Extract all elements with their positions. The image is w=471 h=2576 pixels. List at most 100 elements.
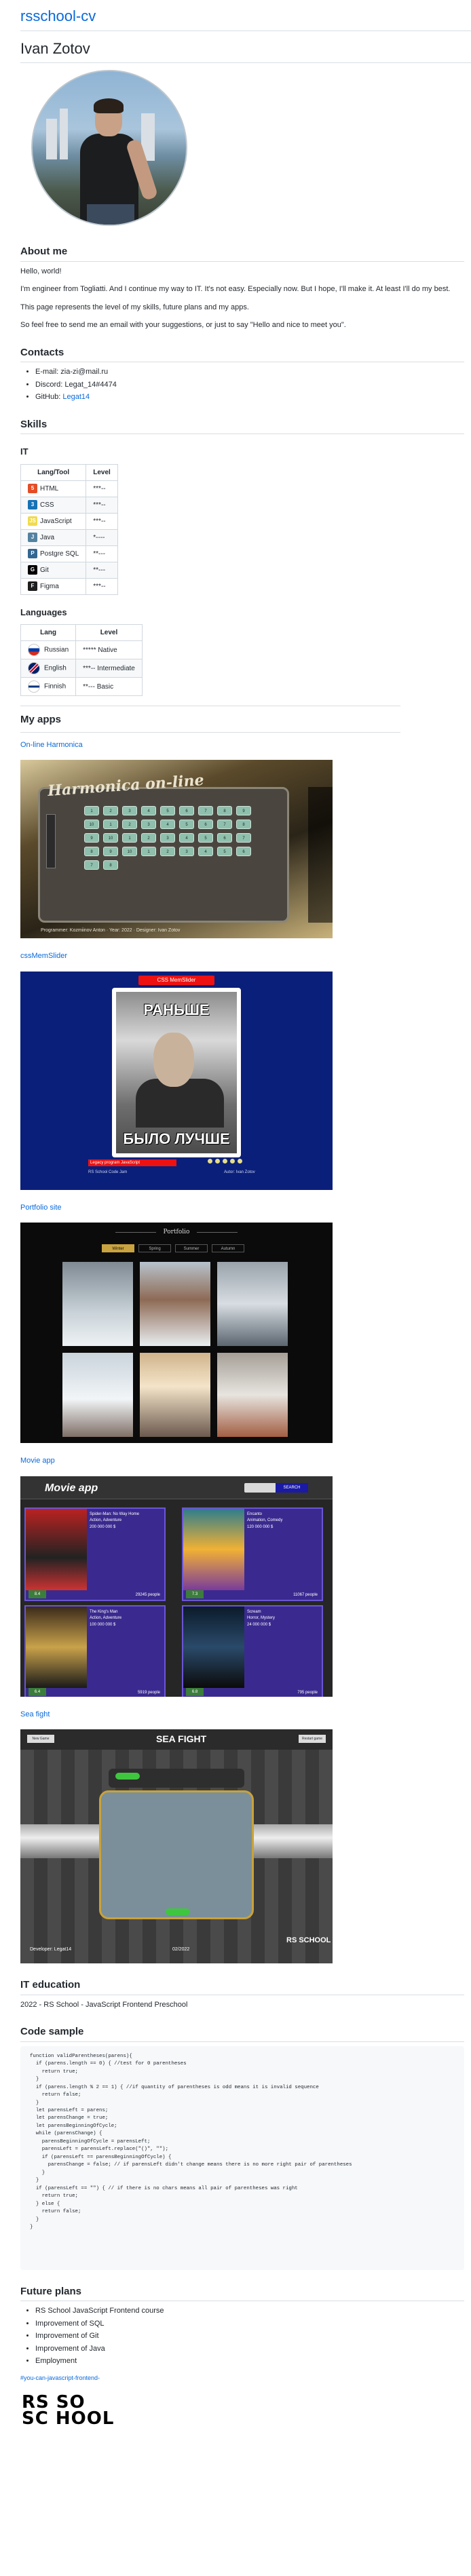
movie-title: Spider-Man: No Way Home (90, 1512, 140, 1516)
slider-dot[interactable] (238, 1158, 242, 1164)
movie-rating: 8.4 (29, 1590, 46, 1598)
skill-name: CSS (40, 501, 54, 509)
skill-name: Postgre SQL (40, 550, 79, 558)
movie-poster (183, 1606, 244, 1688)
site-title[interactable]: rsschool-cv (20, 7, 464, 26)
russia-flag-icon (28, 644, 40, 657)
harmonica-key: 6 (217, 833, 232, 843)
movie-app-screenshot[interactable]: Movie app SEARCH Spider-Man: No Way Home… (20, 1476, 333, 1697)
skill-level: ***-- (86, 512, 118, 530)
meme-caption: Legacy program JavaScript (88, 1159, 176, 1166)
movie-card: Encanto Animation, Comedy 120 000 000 $ 7.3… (182, 1507, 323, 1601)
contact-value: Legat_14#4474 (64, 380, 117, 389)
title-divider (20, 62, 471, 64)
contacts-list: E-mail: zia-zi@mail.ru Discord: Legat_14… (20, 366, 464, 403)
javascript-icon: JS (28, 516, 37, 526)
harmonica-key: 5 (198, 833, 213, 843)
sea-fight-link[interactable]: Sea fight (20, 1709, 464, 1720)
slider-dot[interactable] (215, 1158, 220, 1164)
table-row: English ***-- Intermediate (20, 659, 143, 678)
movie-rating: 6.8 (186, 1687, 204, 1696)
meme-slider-screenshot[interactable]: CSS MemSlider РАНЬШЕ БЫЛО ЛУЧШЕ Legacy p… (20, 971, 333, 1190)
sea-fight-date: 02/2022 (172, 1947, 190, 1953)
person-jeans (87, 204, 134, 225)
building-shape (60, 109, 68, 160)
building-shape (46, 119, 57, 160)
column-header: Level (75, 624, 143, 642)
about-paragraph: So feel free to send me an email with yo… (20, 321, 346, 330)
tab-summer[interactable]: Summer (175, 1244, 208, 1253)
harmonica-key: 2 (141, 833, 156, 843)
contact-email: E-mail: zia-zi@mail.ru (35, 366, 464, 378)
portfolio-link[interactable]: Portfolio site (20, 1202, 464, 1214)
movie-genre: Animation, Comedy (247, 1518, 283, 1523)
meme-slider-title: CSS MemSlider (138, 975, 214, 985)
movie-votes: 29245 people (135, 1592, 160, 1597)
harmonica-key: 6 (236, 847, 251, 857)
harmonica-key: 2 (122, 820, 137, 830)
tab-winter[interactable]: Winter (102, 1244, 134, 1253)
it-skills-table: Lang/Tool Level 5 HTML ***-- 3 CSS ***-- JS Jav… (20, 463, 118, 595)
portfolio-title: Portfolio (163, 1229, 190, 1236)
plans-heading: Future plans (20, 2285, 464, 2302)
apps-heading: My apps (20, 714, 62, 726)
movie-app-link[interactable]: Movie app (20, 1455, 464, 1467)
slider-dot[interactable] (230, 1158, 235, 1164)
harmonica-key: 2 (103, 806, 118, 816)
it-skills-body: 5 HTML ***-- 3 CSS ***-- JS JavaScript ***-- J Jav… (20, 480, 118, 595)
tab-autumn[interactable]: Autumn (212, 1244, 244, 1253)
section-divider (20, 731, 400, 733)
green-indicator (166, 1908, 190, 1916)
harmonica-link[interactable]: On-line Harmonica (20, 739, 464, 751)
language-level: **--- Basic (75, 677, 143, 697)
html-icon: 5 (28, 484, 37, 494)
harmonica-key: 4 (179, 833, 194, 843)
volume-level (46, 814, 56, 869)
winter-photo (217, 1262, 288, 1347)
plan-item: Employment (35, 2356, 464, 2367)
slider-dot[interactable] (208, 1158, 212, 1164)
slider-dot[interactable] (223, 1158, 227, 1164)
sea-fight-board (99, 1790, 254, 1920)
meme-slider-link[interactable]: cssMemSlider (20, 950, 464, 962)
sea-fight-screenshot[interactable]: New Game SEA FIGHT Restart game Develope… (20, 1729, 333, 1964)
harmonica-key: 3 (122, 806, 137, 816)
footer-link[interactable]: #you-can-javascript-frontend- (20, 2374, 464, 2383)
movie-info: The King's Man Action, Adventure 100 000 0… (90, 1609, 164, 1629)
contacts-heading: Contacts (20, 346, 464, 363)
skill-name-cell: 3 CSS (20, 496, 87, 514)
movie-budget: 200 000 000 $ (90, 1524, 116, 1529)
pipe-shape (251, 1824, 333, 1859)
harmonica-key: 7 (236, 833, 251, 843)
harmonica-screenshot[interactable]: Harmonica on-line 1 2 3 4 5 6 7 8 9 10 1 2 3 4 5 6 7 8 9 10… (20, 760, 333, 939)
tab-spring[interactable]: Spring (138, 1244, 171, 1253)
harmonica-key: 5 (217, 847, 232, 857)
harmonica-key: 3 (141, 820, 156, 830)
harmonica-key: 9 (103, 847, 118, 857)
rs-school-mini-logo: RS SCHOOL (286, 1936, 331, 1945)
portfolio-screenshot[interactable]: Portfolio Winter Spring Summer Autumn (20, 1223, 333, 1444)
github-link[interactable]: Legat14 (62, 393, 90, 401)
movie-poster (26, 1606, 87, 1688)
language-name: English (44, 664, 67, 672)
harmonica-key: 7 (84, 860, 99, 870)
winter-photo (140, 1262, 210, 1347)
movie-votes: 5919 people (137, 1690, 160, 1695)
rs-school-logo[interactable]: RS SO SC HOOL (22, 2394, 114, 2427)
plan-item: Improvement of Git (35, 2330, 464, 2342)
movie-rating: 7.3 (186, 1590, 204, 1598)
harmonica-key: 10 (122, 847, 137, 857)
table-row: JS JavaScript ***-- (20, 512, 118, 530)
new-game-button: New Game (27, 1735, 54, 1744)
harmonica-key: 2 (160, 847, 175, 857)
movie-title: Scream (247, 1609, 261, 1614)
movie-logo: Movie app (45, 1482, 98, 1494)
harmonica-key: 4 (160, 820, 175, 830)
table-row: F Figma ***-- (20, 577, 118, 595)
movie-rating: 6.4 (29, 1687, 46, 1696)
movie-search-button: SEARCH (276, 1482, 308, 1493)
harmonica-key: 8 (103, 860, 118, 870)
skills-heading: Skills (20, 418, 464, 435)
harmonica-key: 5 (160, 806, 175, 816)
about-paragraph: Hello, world! (20, 267, 62, 275)
